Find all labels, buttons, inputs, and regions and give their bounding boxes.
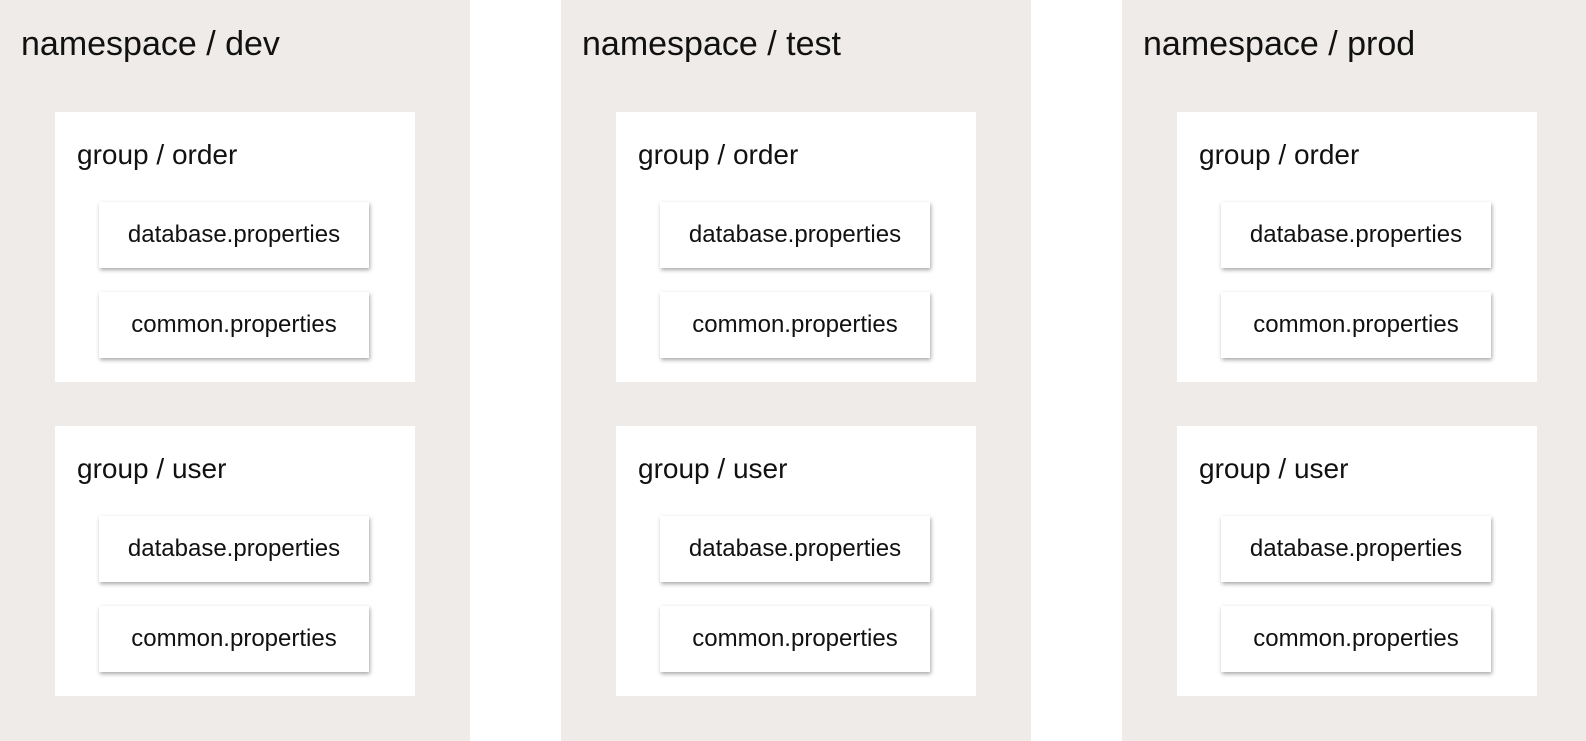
group-title: group / order: [638, 139, 799, 170]
group-order-box: group / order database.properties common…: [55, 112, 415, 382]
group-title: group / order: [1199, 139, 1360, 170]
group-title: group / user: [1199, 453, 1349, 484]
file-database-properties: database.properties: [1221, 516, 1491, 582]
namespace-title: namespace / prod: [1143, 25, 1416, 63]
file-common-properties: common.properties: [1221, 606, 1491, 672]
namespace-test-panel: namespace / test group / order database.…: [561, 0, 1031, 741]
file-database-properties: database.properties: [1221, 202, 1491, 268]
group-title: group / user: [638, 453, 788, 484]
group-title: group / order: [77, 139, 238, 170]
group-user-box: group / user database.properties common.…: [1177, 426, 1537, 696]
group-user-box: group / user database.properties common.…: [55, 426, 415, 696]
file-database-properties: database.properties: [99, 202, 369, 268]
group-order-box: group / order database.properties common…: [616, 112, 976, 382]
file-database-properties: database.properties: [99, 516, 369, 582]
file-common-properties: common.properties: [99, 292, 369, 358]
group-user-box: group / user database.properties common.…: [616, 426, 976, 696]
group-order-box: group / order database.properties common…: [1177, 112, 1537, 382]
namespace-prod-panel: namespace / prod group / order database.…: [1122, 0, 1586, 741]
file-database-properties: database.properties: [660, 516, 930, 582]
file-common-properties: common.properties: [1221, 292, 1491, 358]
file-common-properties: common.properties: [660, 606, 930, 672]
namespace-title: namespace / test: [582, 25, 841, 63]
group-title: group / user: [77, 453, 227, 484]
namespace-title: namespace / dev: [21, 25, 280, 63]
file-database-properties: database.properties: [660, 202, 930, 268]
file-common-properties: common.properties: [660, 292, 930, 358]
file-common-properties: common.properties: [99, 606, 369, 672]
namespace-dev-panel: namespace / dev group / order database.p…: [0, 0, 470, 741]
